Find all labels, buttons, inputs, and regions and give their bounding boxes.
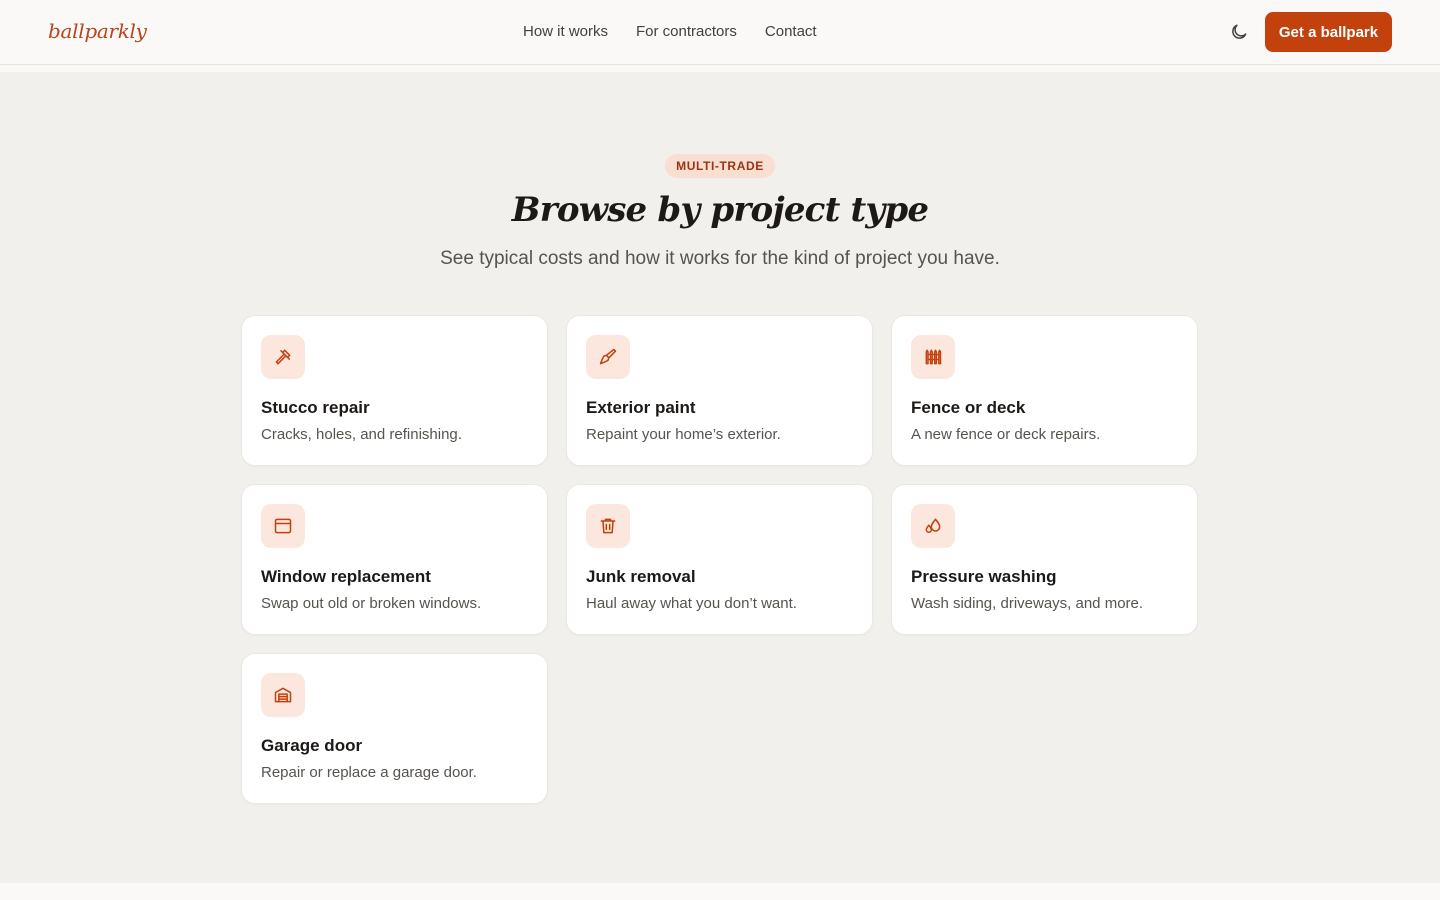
card-title: Fence or deck — [911, 398, 1026, 417]
card-description: Swap out old or broken windows. — [261, 595, 482, 612]
card-description: Repaint your home’s exterior. — [586, 426, 781, 443]
project-grid: Stucco repair Cracks, holes, and refinis… — [241, 315, 1199, 804]
project-card-pressure-washing[interactable]: Pressure washing Wash siding, driveways,… — [891, 484, 1198, 635]
logo[interactable]: ballparkly — [48, 19, 147, 43]
garage-icon — [274, 687, 292, 703]
project-card-exterior-paint[interactable]: Exterior paint Repaint your home’s exter… — [566, 315, 873, 466]
nav-how-it-works[interactable]: How it works — [523, 23, 608, 40]
droplets-icon — [925, 518, 941, 533]
section-badge: MULTI-TRADE — [665, 154, 775, 178]
project-card-garage-door[interactable]: Garage door Repair or replace a garage d… — [241, 653, 548, 804]
trash-icon — [600, 518, 616, 534]
page-subtitle: See typical costs and how it works for t… — [440, 248, 1000, 269]
project-card-junk-removal[interactable]: Junk removal Haul away what you don’t wa… — [566, 484, 873, 635]
card-title: Junk removal — [586, 567, 696, 586]
nav-for-contractors[interactable]: For contractors — [636, 23, 737, 40]
main-nav: How it works For contractors Contact — [523, 23, 817, 40]
card-description: Wash siding, driveways, and more. — [911, 595, 1144, 612]
project-card-stucco-repair[interactable]: Stucco repair Cracks, holes, and refinis… — [241, 315, 548, 466]
card-title: Garage door — [261, 736, 363, 755]
moon-icon — [1232, 24, 1247, 39]
fence-icon — [925, 349, 942, 365]
site-header: ballparkly How it works For contractors … — [0, 0, 1440, 65]
footer-strip — [0, 883, 1440, 900]
window-icon — [274, 518, 292, 534]
card-description: Haul away what you don’t want. — [586, 595, 797, 612]
theme-toggle-button[interactable] — [1226, 19, 1252, 45]
card-description: Repair or replace a garage door. — [261, 764, 477, 781]
hammer-icon — [275, 349, 291, 365]
nav-contact[interactable]: Contact — [765, 23, 817, 40]
card-title: Exterior paint — [586, 398, 696, 417]
card-title: Window replacement — [261, 567, 431, 586]
get-a-ballpark-button[interactable]: Get a ballpark — [1265, 12, 1392, 52]
card-description: Cracks, holes, and refinishing. — [261, 426, 462, 443]
paintbrush-icon — [599, 348, 617, 365]
project-card-window-replacement[interactable]: Window replacement Swap out old or broke… — [241, 484, 548, 635]
project-card-fence-or-deck[interactable]: Fence or deck A new fence or deck repair… — [891, 315, 1198, 466]
card-title: Stucco repair — [261, 398, 370, 417]
project-types-section: MULTI-TRADE Browse by project type See t… — [0, 72, 1440, 883]
card-title: Pressure washing — [911, 567, 1057, 586]
card-description: A new fence or deck repairs. — [911, 426, 1101, 443]
page-title: Browse by project type — [511, 190, 929, 230]
